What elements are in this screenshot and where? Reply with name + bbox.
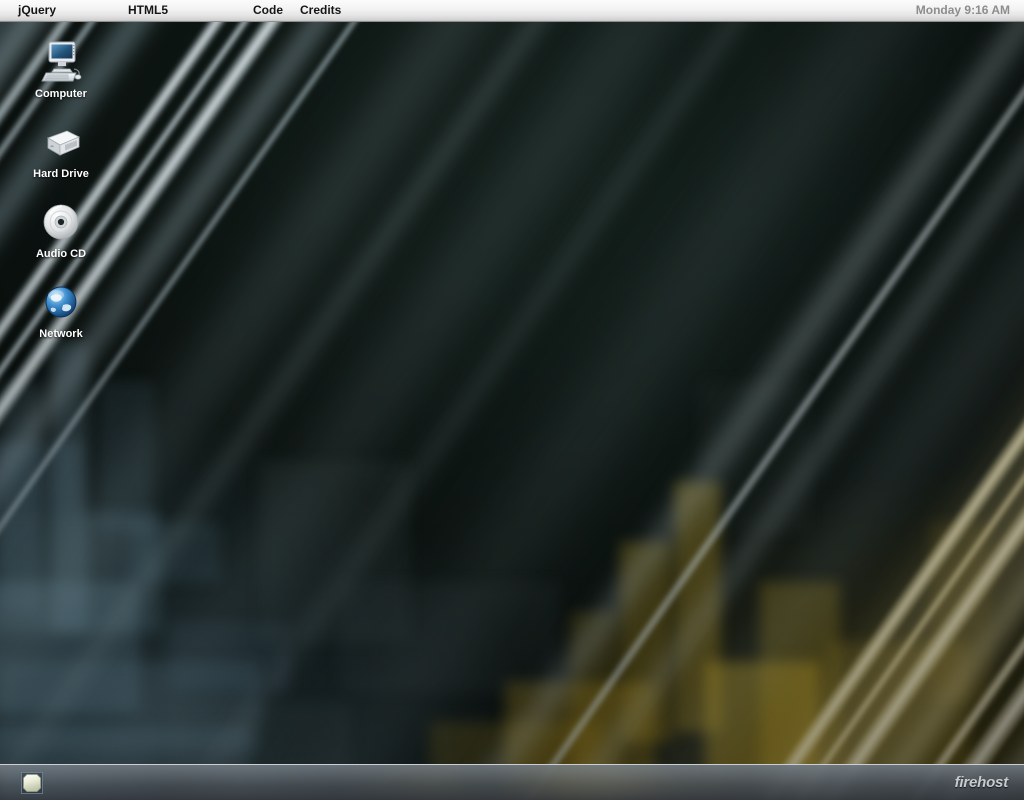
hard-drive-icon [13,114,109,164]
desktop-icon-network[interactable]: Network [13,274,109,341]
desktop-icon-label: Hard Drive [33,168,89,180]
menu-bar: jQuery HTML5 Code Credits Monday 9:16 AM [0,0,1024,22]
menu-bar-clock[interactable]: Monday 9:16 AM [916,0,1010,22]
desktop-icon-label: Computer [35,88,87,100]
desktop-wallpaper[interactable] [0,22,1024,800]
menu-item-code[interactable]: Code [253,0,283,22]
desktop-icon-computer[interactable]: Computer [13,34,109,101]
launcher-icon[interactable] [21,772,43,794]
taskbar-overlay [0,765,1024,800]
taskbar[interactable]: firehost [0,764,1024,800]
audio-cd-icon [13,194,109,244]
menu-item-html5[interactable]: HTML5 [128,0,168,22]
menu-item-credits[interactable]: Credits [300,0,341,22]
desktop-icon-audio-cd[interactable]: Audio CD [13,194,109,261]
computer-icon [13,34,109,84]
desktop-icon-hard-drive[interactable]: Hard Drive [13,114,109,181]
wallpaper-vignette [0,22,1024,800]
menu-item-jquery[interactable]: jQuery [18,0,56,22]
desktop-icon-label: Audio CD [35,248,87,260]
desktop-icon-label: Network [39,328,83,340]
globe-icon [13,274,109,324]
brand-logo: firehost [954,774,1009,791]
desktop-screen: Computer Hard Drive Audio CD Network jQu… [0,0,1024,800]
